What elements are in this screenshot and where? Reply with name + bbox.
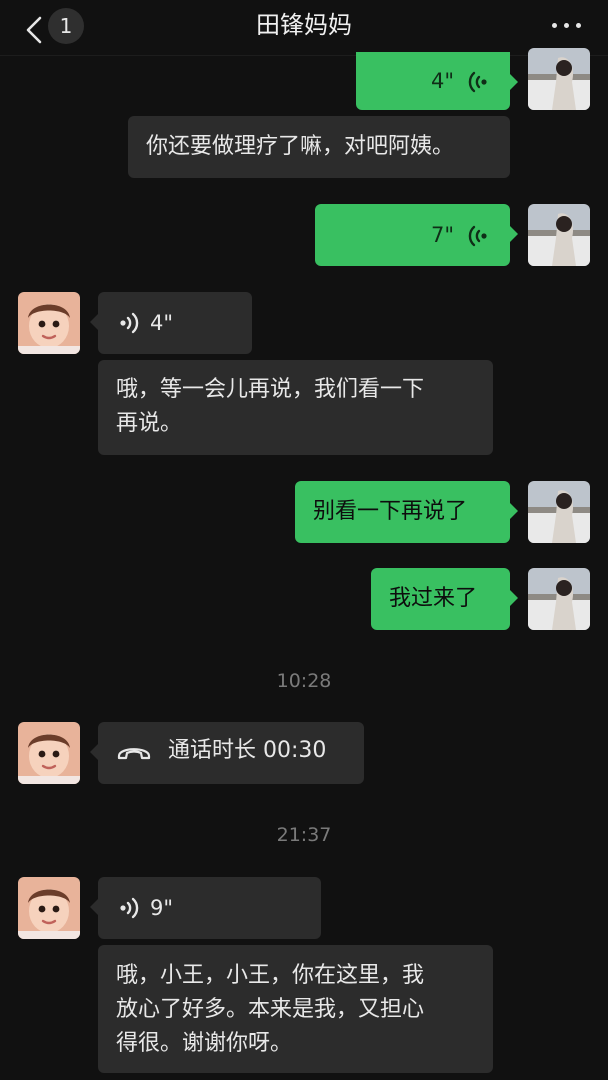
- message-timestamp: 21:37: [276, 824, 332, 846]
- message-text: 你还要做理疗了嘛，对吧阿姨。: [146, 134, 455, 159]
- contact-avatar[interactable]: [18, 292, 80, 354]
- avatar-photo-icon: [528, 204, 590, 266]
- message-text: 我过来了: [389, 586, 478, 611]
- text-message-incoming[interactable]: 哦，等一会儿再说，我们看一下 再说。: [98, 360, 493, 455]
- contact-avatar[interactable]: [18, 722, 80, 784]
- voice-wave-icon: [468, 225, 487, 247]
- my-avatar[interactable]: [528, 481, 590, 543]
- phone-handset-icon: [117, 748, 151, 760]
- voice-wave-icon: [468, 71, 487, 93]
- call-duration-text: 通话时长 00:30: [168, 738, 327, 763]
- text-message-outgoing[interactable]: 我过来了: [371, 568, 518, 630]
- my-avatar[interactable]: [528, 48, 590, 110]
- voice-duration: 7": [430, 223, 454, 247]
- my-avatar[interactable]: [528, 568, 590, 630]
- baby-avatar-icon: [18, 877, 80, 939]
- avatar-photo-icon: [528, 568, 590, 630]
- text-message-outgoing[interactable]: 你还要做理疗了嘛，对吧阿姨。: [128, 116, 510, 178]
- chat-title: 田锋妈妈: [256, 11, 352, 39]
- voice-wave-icon: [120, 897, 139, 919]
- chevron-left-icon: [26, 16, 42, 44]
- voice-duration: 9": [150, 896, 174, 920]
- voice-message-outgoing[interactable]: 4": [356, 52, 518, 110]
- call-record-message[interactable]: 通话时长 00:30: [90, 722, 364, 784]
- voice-message-incoming[interactable]: 4": [90, 292, 252, 354]
- baby-avatar-icon: [18, 292, 80, 354]
- voice-duration: 4": [150, 311, 174, 335]
- message-timestamp: 10:28: [276, 670, 332, 692]
- voice-duration: 4": [430, 69, 454, 93]
- voice-message-incoming[interactable]: 9": [90, 877, 321, 939]
- voice-wave-icon: [120, 312, 139, 334]
- avatar-photo-icon: [528, 481, 590, 543]
- chat-header: 1 田锋妈妈: [0, 0, 608, 56]
- message-line: 哦，小王，小王，你在这里，我: [116, 963, 425, 988]
- message-line: 放心了好多。本来是我，又担心: [116, 997, 425, 1022]
- more-options-button[interactable]: [548, 12, 586, 38]
- message-line: 哦，等一会儿再说，我们看一下: [116, 377, 425, 402]
- voice-message-outgoing[interactable]: 7": [315, 204, 518, 266]
- message-text: 哦，小王，小王，你在这里，我 放心了好多。本来是我，又担心 得很。谢谢你呀。: [116, 959, 475, 1061]
- avatar-photo-icon: [528, 48, 590, 110]
- back-button[interactable]: 1: [18, 8, 88, 48]
- message-line: 再说。: [116, 411, 183, 436]
- more-dots-icon: [552, 23, 557, 28]
- text-message-outgoing[interactable]: 别看一下再说了: [295, 481, 518, 543]
- message-text: 别看一下再说了: [313, 499, 468, 524]
- my-avatar[interactable]: [528, 204, 590, 266]
- contact-avatar[interactable]: [18, 877, 80, 939]
- baby-avatar-icon: [18, 722, 80, 784]
- text-message-incoming[interactable]: 哦，小王，小王，你在这里，我 放心了好多。本来是我，又担心 得很。谢谢你呀。: [98, 945, 493, 1073]
- message-line: 得很。谢谢你呀。: [116, 1031, 293, 1056]
- message-text: 哦，等一会儿再说，我们看一下 再说。: [116, 373, 475, 441]
- unread-count-badge: 1: [48, 8, 84, 44]
